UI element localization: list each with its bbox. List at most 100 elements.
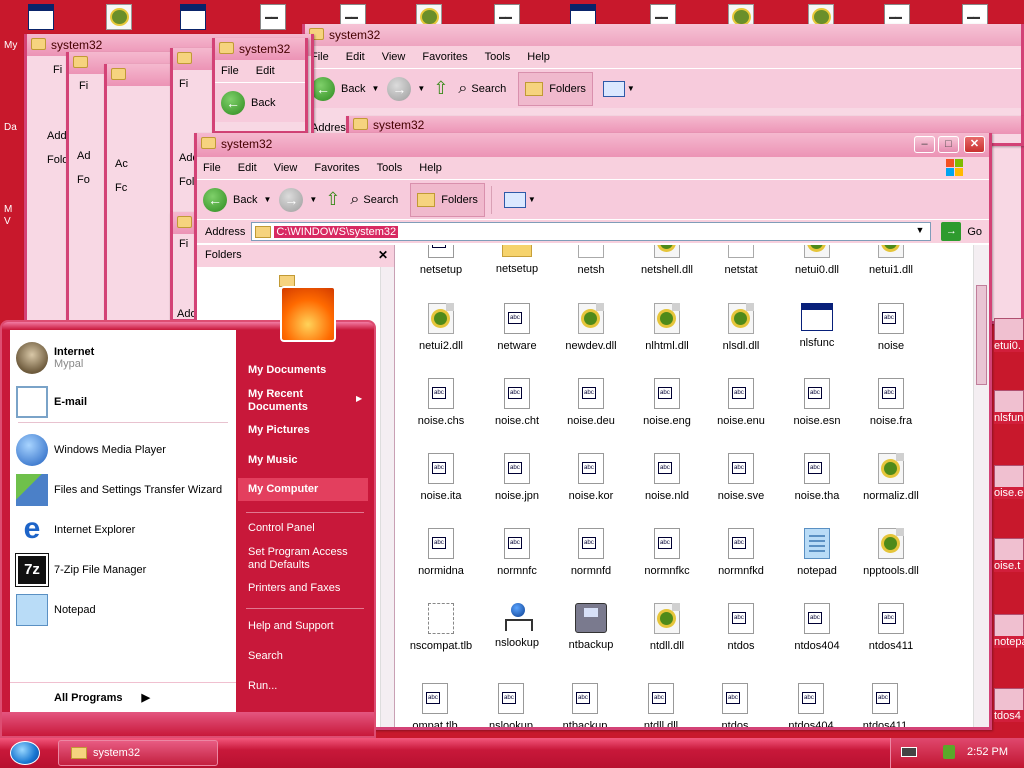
search-button-label[interactable]: Search [363,194,398,206]
file-item[interactable]: ntdll.dll [628,603,706,652]
menu-file[interactable]: File [221,65,239,77]
recent-notepad[interactable]: Notepad [16,594,96,626]
file-item-partial[interactable]: ntdos404 [772,683,850,727]
place-my-computer[interactable]: My Computer [238,478,368,501]
menu-view[interactable]: View [274,162,298,174]
recent-7zip[interactable]: 7z 7-Zip File Manager [15,553,146,587]
place-search[interactable]: Search [248,650,283,663]
file-item[interactable]: notepad [778,528,856,577]
menu-favorites[interactable]: Favorites [422,51,467,63]
chevron-down-icon[interactable]: ▼ [371,84,379,93]
up-folder-icon[interactable]: ⇧ [325,189,340,210]
file-item[interactable]: ntbackup [552,603,630,651]
file-item[interactable]: noise.tha [778,453,856,502]
file-item[interactable]: netstat [702,245,780,276]
file-item[interactable]: netui1.dll [852,245,930,276]
back-button-label[interactable]: Back [233,194,257,206]
file-item[interactable]: noise.esn [778,378,856,427]
desktop-icon-label[interactable]: oise.t [994,560,1024,572]
file-item-partial[interactable]: nslookup [472,683,550,727]
file-item[interactable]: noise.kor [552,453,630,502]
place-my-recent-documents[interactable]: My Recent Documents [248,388,344,414]
file-item[interactable]: netsetup [402,245,480,276]
chevron-down-icon[interactable]: ▼ [915,225,924,235]
desktop-label[interactable]: Da [4,122,17,133]
menu-view[interactable]: View [382,51,406,63]
views-icon[interactable] [503,191,526,208]
back-arrow-icon[interactable]: ← [311,76,335,101]
file-item[interactable]: ntdos [702,603,780,652]
recent-media-player[interactable]: Windows Media Player [16,434,166,466]
desktop-icon-label[interactable]: tdos4 [994,710,1024,722]
file-item[interactable]: normnfc [478,528,556,577]
menu-tools[interactable]: Tools [377,162,403,174]
vertical-scrollbar[interactable] [973,245,989,727]
file-item[interactable]: netui2.dll [402,303,480,352]
file-item[interactable]: noise.deu [552,378,630,427]
forward-arrow-icon[interactable]: → [279,187,304,212]
stacked-window[interactable]: system32 File Edit ← Back [212,38,308,134]
file-item[interactable]: netui0.dll [778,245,856,276]
place-set-program-access[interactable]: Set Program Access and Defaults [248,546,360,572]
file-item[interactable]: noise.jpn [478,453,556,502]
file-item-partial[interactable]: ompat.tlb [402,683,474,727]
file-item[interactable]: normnfkc [628,528,706,577]
file-item[interactable]: ntdos404 [778,603,856,652]
file-item-partial[interactable]: ntdll.dll [622,683,700,727]
menu-edit[interactable]: Edit [238,162,257,174]
file-item[interactable]: normnfkd [702,528,780,577]
place-control-panel[interactable]: Control Panel [248,522,315,535]
back-button-label[interactable]: Back [341,83,365,95]
file-item[interactable]: noise.ita [402,453,480,502]
desktop-icon-label[interactable]: nlsfun [994,412,1024,424]
chevron-down-icon[interactable]: ▼ [627,84,635,93]
place-my-documents[interactable]: My Documents [248,364,326,377]
menu-help[interactable]: Help [527,51,550,63]
file-item[interactable]: noise.fra [852,378,930,427]
recent-internet-explorer[interactable]: e Internet Explorer [16,514,136,546]
pinned-internet[interactable]: Internet Mypal [16,342,94,374]
address-value[interactable]: C:\WINDOWS\system32 [274,225,399,238]
back-arrow-icon[interactable]: ← [203,187,227,212]
chevron-down-icon[interactable]: ▼ [528,195,536,204]
search-button-label[interactable]: Search [471,83,506,95]
file-item[interactable]: newdev.dll [552,303,630,352]
close-icon[interactable]: ✕ [378,248,388,262]
place-printers-faxes[interactable]: Printers and Faxes [248,582,340,595]
title-bar[interactable]: system32 [305,24,1021,46]
recent-transfer-wizard[interactable]: Files and Settings Transfer Wizard [16,474,222,506]
file-item[interactable]: nlsdl.dll [702,303,780,352]
file-item[interactable]: normaliz.dll [852,453,930,502]
desktop-label[interactable]: M [4,204,12,215]
address-input[interactable]: C:\WINDOWS\system32 ▼ [251,222,932,241]
folders-button[interactable]: Folders [410,182,485,217]
file-item[interactable]: netsetup [478,245,556,275]
chevron-down-icon[interactable]: ▼ [417,84,425,93]
file-item[interactable]: npptools.dll [852,528,930,577]
file-item[interactable]: nlhtml.dll [628,303,706,352]
folders-button[interactable]: Folders [518,71,593,106]
chevron-down-icon[interactable]: ▼ [263,195,271,204]
pinned-email[interactable]: E-mail [16,386,87,418]
file-item[interactable]: noise.enu [702,378,780,427]
clock[interactable]: 2:52 PM [967,746,1008,758]
menu-edit[interactable]: Edit [346,51,365,63]
desktop-icon-label[interactable]: notepa [994,636,1024,648]
all-programs-button[interactable]: All Programs ▶ [10,682,236,712]
desktop-label[interactable]: V [4,216,11,227]
desktop-icon-label[interactable]: oise.e [994,487,1024,499]
title-bar[interactable]: system32 – □ ✕ [197,133,989,157]
file-item[interactable]: noise.eng [628,378,706,427]
start-button[interactable] [10,741,40,765]
menu-help[interactable]: Help [419,162,442,174]
file-item[interactable]: noise.sve [702,453,780,502]
file-item-partial[interactable]: ntdos [696,683,774,727]
file-item[interactable]: normnfd [552,528,630,577]
place-my-music[interactable]: My Music [248,454,298,467]
file-item[interactable]: noise [852,303,930,352]
desktop-icon-label[interactable]: etui0. [994,340,1024,352]
file-item[interactable]: noise.cht [478,378,556,427]
views-icon[interactable] [602,80,625,97]
folders-pane-scrollbar[interactable] [380,267,394,727]
back-button-label[interactable]: Back [251,97,275,109]
